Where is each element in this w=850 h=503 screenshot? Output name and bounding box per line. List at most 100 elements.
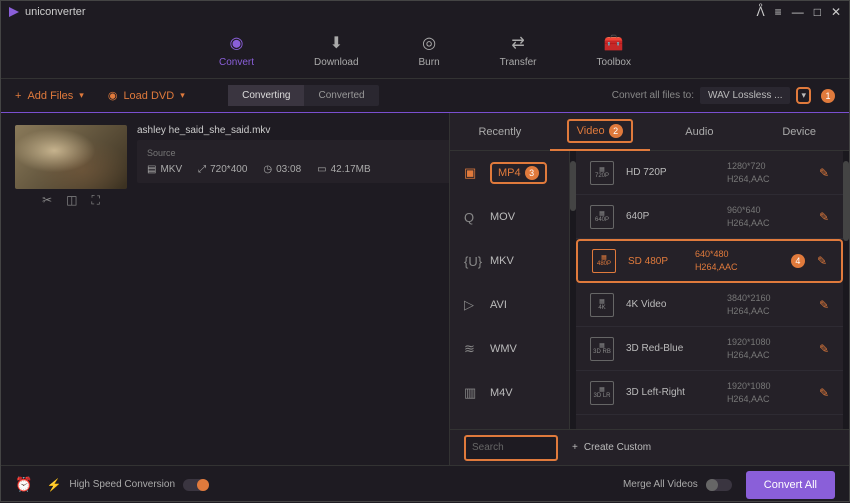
format-icon: ▥ xyxy=(464,385,480,401)
resolution-meta: 960*640H264,AAC xyxy=(727,204,807,229)
work-area: ✂ ◫ ⛶ ashley he_said_she_said.mkv Source… xyxy=(1,113,849,465)
duration-meta: ◷03:08 xyxy=(263,164,301,175)
format-icon: {U} xyxy=(464,254,480,269)
chevron-down-icon: ▾ xyxy=(79,90,84,101)
resolution-item-4k[interactable]: ▦4K 4K Video 3840*2160H264,AAC ✎ xyxy=(576,283,843,327)
nav-label: Transfer xyxy=(500,57,537,68)
folder-icon: ▭ xyxy=(317,164,326,175)
edit-icon[interactable]: ✎ xyxy=(819,386,829,400)
resolution-icon: ▦4K xyxy=(590,293,614,317)
resolution-name: 640P xyxy=(626,211,715,222)
format-label: M4V xyxy=(490,387,513,399)
status-tabs: Converting Converted xyxy=(228,85,379,106)
resolution-item-720p[interactable]: ▦720P HD 720P 1280*720H264,AAC ✎ xyxy=(576,151,843,195)
format-label: MP4 xyxy=(498,167,521,179)
convert-all-to: Convert all files to: WAV Lossless ... ▾… xyxy=(612,87,835,104)
convert-all-to-label: Convert all files to: xyxy=(612,90,694,101)
format-item-wmv[interactable]: ≋WMV xyxy=(450,327,569,371)
file-icon: ▤ xyxy=(147,164,156,175)
convert-all-button[interactable]: Convert All xyxy=(746,471,835,499)
format-item-mkv[interactable]: {U} MKV xyxy=(450,239,569,283)
dropdown-footer: Search + Create Custom xyxy=(450,429,849,465)
bolt-icon: ⚡ xyxy=(46,478,61,492)
format-label: MKV xyxy=(490,255,514,267)
toolbox-icon: 🧰 xyxy=(604,33,624,53)
format-item-mov[interactable]: QMOV xyxy=(450,195,569,239)
create-custom-button[interactable]: + Create Custom xyxy=(572,442,651,453)
create-custom-label: Create Custom xyxy=(584,442,651,453)
edit-icon[interactable]: ✎ xyxy=(819,166,829,180)
nav-convert[interactable]: ◉ Convert xyxy=(219,33,254,68)
format-icon: ≋ xyxy=(464,341,480,357)
resolution-item-3dlr[interactable]: ▦3D LR 3D Left-Right 1920*1080H264,AAC ✎ xyxy=(576,371,843,415)
format-item-avi[interactable]: ▷ AVI xyxy=(450,283,569,327)
resolution-item-640p[interactable]: ▦640P 640P 960*640H264,AAC ✎ xyxy=(576,195,843,239)
tab-video[interactable]: Video 2 xyxy=(550,113,650,151)
resolution-meta: 3840*2160H264,AAC xyxy=(727,292,807,317)
annotation-ring-1: ▾ xyxy=(796,87,811,104)
merge-label: Merge All Videos xyxy=(623,479,698,490)
edit-icon[interactable]: ✎ xyxy=(819,342,829,356)
load-dvd-button[interactable]: ◉ Load DVD ▾ xyxy=(108,89,185,102)
nav-toolbox[interactable]: 🧰 Toolbox xyxy=(597,33,631,68)
resolution-item-3drb[interactable]: ▦3D RB 3D Red-Blue 1920*1080H264,AAC ✎ xyxy=(576,327,843,371)
annotation-badge-2: 2 xyxy=(609,124,623,138)
plus-icon: + xyxy=(572,442,578,453)
maximize-button[interactable]: □ xyxy=(814,5,821,19)
minimize-button[interactable]: — xyxy=(792,5,804,19)
format-item-xvid[interactable]: ✖XVID xyxy=(450,415,569,429)
resize-icon: ⤢ xyxy=(198,164,206,175)
annotation-badge-4: 4 xyxy=(791,254,805,268)
format-label: AVI xyxy=(490,299,507,311)
close-button[interactable]: ✕ xyxy=(831,5,841,19)
crop-icon[interactable]: ◫ xyxy=(66,193,77,208)
nav-transfer[interactable]: ⇄ Transfer xyxy=(500,33,537,68)
nav-label: Toolbox xyxy=(597,57,631,68)
tab-device[interactable]: Device xyxy=(749,113,849,151)
download-icon: ⬇ xyxy=(326,33,346,53)
alarm-icon[interactable]: ⏰ xyxy=(15,476,32,493)
tab-converted[interactable]: Converted xyxy=(304,85,378,106)
menu-icon[interactable]: ≡ xyxy=(775,5,782,19)
toolbar: + Add Files ▾ ◉ Load DVD ▾ Converting Co… xyxy=(1,79,849,113)
add-files-label: Add Files xyxy=(27,90,73,102)
chevron-down-icon[interactable]: ▾ xyxy=(801,90,806,101)
resolution-name: HD 720P xyxy=(626,167,715,178)
resolution-meta: 640*480H264,AAC xyxy=(695,248,775,273)
annotation-badge-1: 1 xyxy=(821,89,835,103)
convert-icon: ◉ xyxy=(227,33,247,53)
nav-label: Convert xyxy=(219,57,254,68)
toggle-switch[interactable] xyxy=(183,479,209,491)
search-input[interactable]: Search xyxy=(466,437,556,459)
format-icon: ▷ xyxy=(464,297,480,313)
format-icon: ▣ xyxy=(464,165,480,181)
tab-video-label: Video xyxy=(577,125,605,137)
edit-icon[interactable]: ✎ xyxy=(819,210,829,224)
add-files-button[interactable]: + Add Files ▾ xyxy=(15,90,84,102)
edit-icon[interactable]: ✎ xyxy=(817,254,827,268)
resolution-meta: 1280*720H264,AAC xyxy=(727,160,807,185)
tab-converting[interactable]: Converting xyxy=(228,85,304,106)
annotation-badge-3: 3 xyxy=(525,166,539,180)
resolution-item-480p[interactable]: ▦480P SD 480P 640*480H264,AAC 4 ✎ xyxy=(576,239,843,283)
tab-recently[interactable]: Recently xyxy=(450,113,550,151)
tab-audio[interactable]: Audio xyxy=(650,113,750,151)
main-nav: ◉ Convert ⬇ Download ◎ Burn ⇄ Transfer 🧰… xyxy=(1,23,849,79)
format-item-m4v[interactable]: ▥ M4V xyxy=(450,371,569,415)
user-icon[interactable]: ᐰ xyxy=(756,5,764,19)
video-thumbnail[interactable] xyxy=(15,125,127,189)
nav-download[interactable]: ⬇ Download xyxy=(314,33,358,68)
trim-icon[interactable]: ✂ xyxy=(42,193,52,208)
nav-burn[interactable]: ◎ Burn xyxy=(419,33,440,68)
bottom-bar: ⏰ ⚡ High Speed Conversion Merge All Vide… xyxy=(1,465,849,503)
resolution-scrollbar[interactable] xyxy=(843,151,849,429)
resolution-name: 3D Left-Right xyxy=(626,387,715,398)
edit-icon[interactable]: ✎ xyxy=(819,298,829,312)
format-item-mp4[interactable]: ▣ MP4 3 xyxy=(450,151,569,195)
high-speed-toggle[interactable]: ⚡ High Speed Conversion xyxy=(46,478,209,492)
effect-icon[interactable]: ⛶ xyxy=(92,193,100,208)
merge-all-toggle[interactable]: Merge All Videos xyxy=(623,479,732,491)
output-format-selector[interactable]: WAV Lossless ... xyxy=(700,87,790,104)
resolution-list: ▦720P HD 720P 1280*720H264,AAC ✎ ▦640P 6… xyxy=(576,151,843,429)
toggle-switch[interactable] xyxy=(706,479,732,491)
